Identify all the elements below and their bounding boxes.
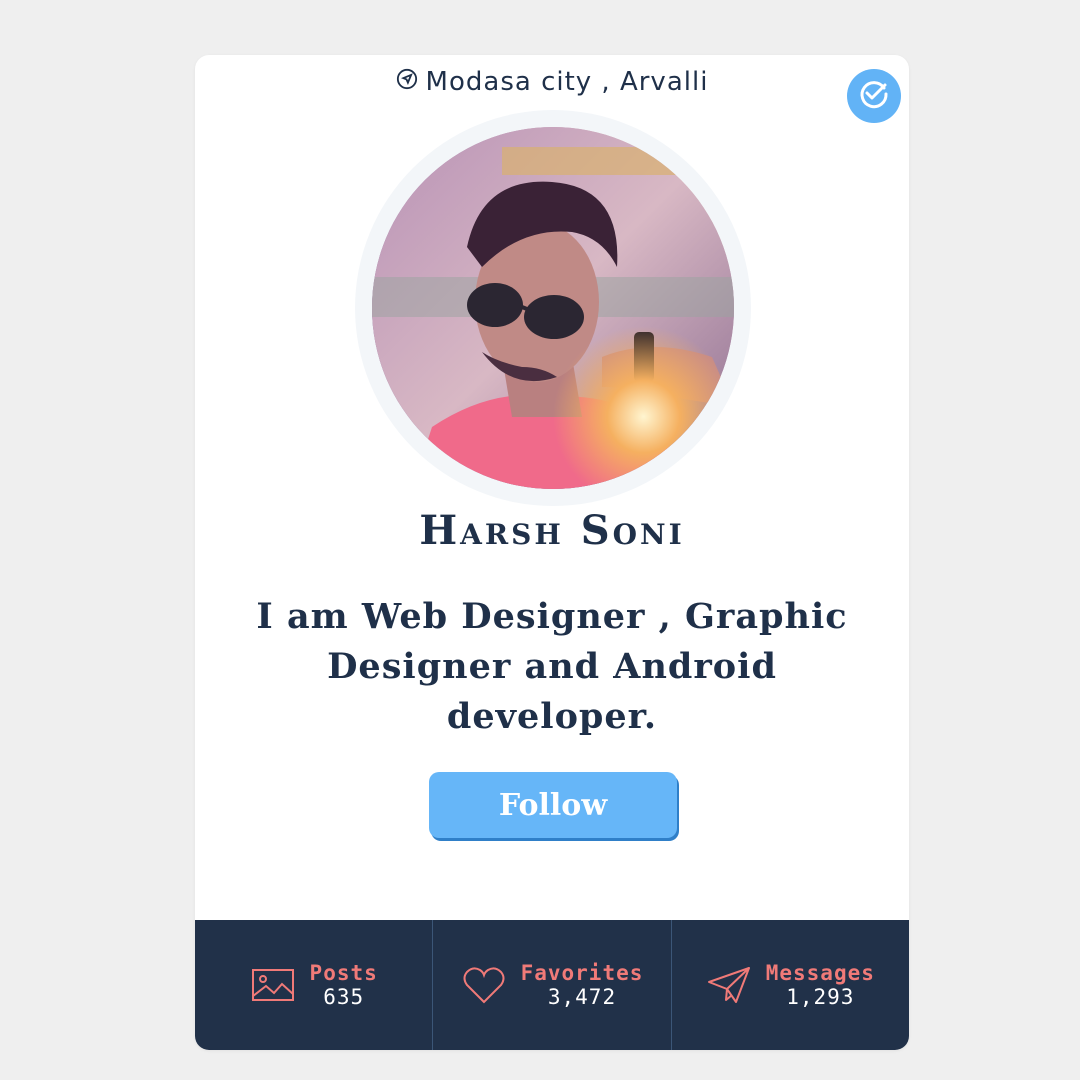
stat-posts-text: Posts 635 bbox=[310, 961, 378, 1009]
location-text: Modasa city , Arvalli bbox=[425, 67, 709, 97]
stat-messages[interactable]: Messages 1,293 bbox=[672, 920, 909, 1050]
profile-name: Harsh Soni bbox=[419, 507, 685, 554]
stat-label: Messages bbox=[765, 961, 875, 985]
stat-messages-text: Messages 1,293 bbox=[766, 961, 875, 1009]
paper-plane-icon bbox=[706, 962, 752, 1008]
navigation-icon bbox=[396, 67, 418, 97]
stat-posts[interactable]: Posts 635 bbox=[195, 920, 434, 1050]
stats-bar: Posts 635 Favorites 3,472 Messages 1,293 bbox=[195, 920, 909, 1050]
avatar-ring bbox=[355, 110, 751, 506]
profile-bio: I am Web Designer , Graphic Designer and… bbox=[256, 596, 848, 737]
stat-value: 3,472 bbox=[547, 985, 617, 1009]
avatar[interactable] bbox=[372, 127, 734, 489]
stat-label: Posts bbox=[309, 961, 378, 985]
stat-value: 635 bbox=[323, 985, 365, 1009]
check-circle-icon bbox=[856, 76, 892, 117]
heart-icon bbox=[461, 962, 507, 1008]
stat-value: 1,293 bbox=[786, 985, 855, 1009]
image-icon bbox=[250, 962, 296, 1008]
location: Modasa city , Arvalli bbox=[195, 67, 909, 97]
verified-badge[interactable] bbox=[847, 69, 901, 123]
stat-favorites-text: Favorites 3,472 bbox=[521, 961, 644, 1009]
profile-card: Modasa city , Arvalli Harsh Soni I am We… bbox=[195, 55, 909, 1050]
stat-label: Favorites bbox=[520, 961, 644, 985]
follow-button[interactable]: Follow bbox=[429, 772, 677, 838]
stat-favorites[interactable]: Favorites 3,472 bbox=[433, 920, 672, 1050]
